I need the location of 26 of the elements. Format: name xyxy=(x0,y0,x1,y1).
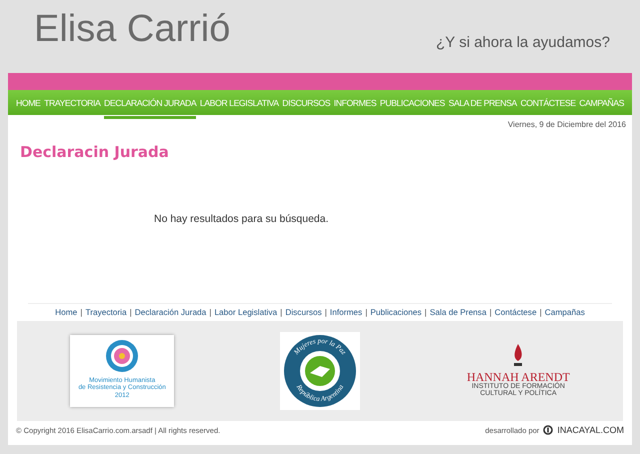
footer-link[interactable]: Contáctese xyxy=(494,307,537,318)
tagline: ¿Y si ahora la ayudamos? xyxy=(436,33,610,53)
footer-link[interactable]: Sala de Prensa xyxy=(430,307,486,318)
link-separator: | xyxy=(324,307,327,318)
link-separator: | xyxy=(489,307,492,318)
footer-link[interactable]: Campañas xyxy=(544,307,585,318)
footer-link[interactable]: Publicaciones xyxy=(370,307,422,318)
footer-link[interactable]: Home xyxy=(55,307,78,318)
link-separator: | xyxy=(280,307,282,318)
link-separator: | xyxy=(540,307,542,318)
link-separator: | xyxy=(365,307,368,318)
footer-link[interactable]: Discursos xyxy=(285,307,322,318)
footer-link[interactable]: Declaración Jurada xyxy=(134,307,206,318)
site-title: Elisa Carrió xyxy=(34,10,230,52)
link-separator: | xyxy=(130,307,132,318)
link-separator: | xyxy=(80,307,82,318)
date-text: Viernes, 9 de Diciembre del 2016 xyxy=(506,119,627,131)
no-results-message: No hay resultados para su búsqueda. xyxy=(154,212,330,226)
developer-brand: INACAYAL.COM xyxy=(557,424,624,437)
link-separator: | xyxy=(209,307,212,318)
footer-link[interactable]: Labor Legislativa xyxy=(214,307,278,318)
page-heading: Declaracin Jurada xyxy=(20,142,170,163)
circle-logo-icon xyxy=(543,425,554,436)
link-separator: | xyxy=(424,307,427,318)
footer-link[interactable]: Informes xyxy=(330,307,362,318)
footer-link[interactable]: Trayectoria xyxy=(85,307,127,318)
